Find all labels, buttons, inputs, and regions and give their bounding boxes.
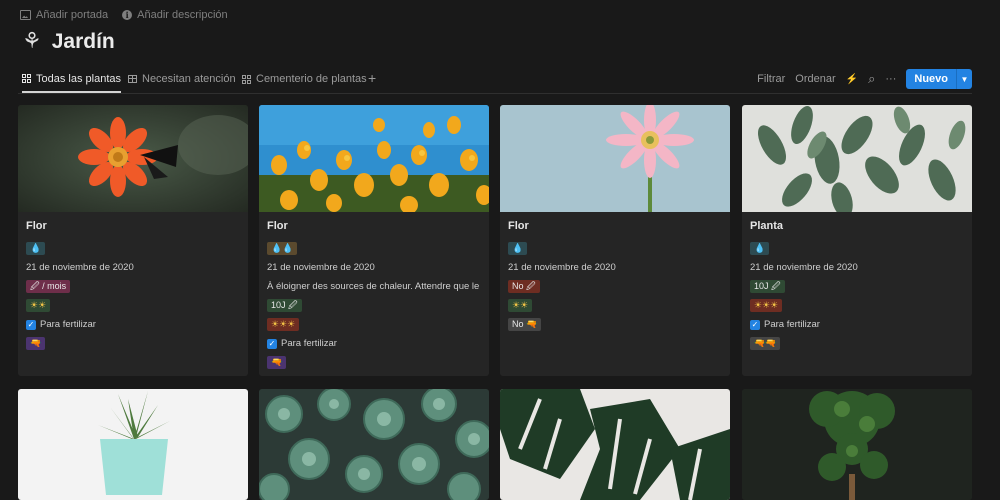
new-button[interactable]: Nuevo (906, 69, 956, 89)
card-title: Planta (750, 220, 784, 232)
lightning-icon[interactable]: ⚡ (846, 74, 858, 85)
tab-todas-las-plantas[interactable]: Todas las plantas (22, 66, 121, 93)
spray-tag: 🔫🔫 (750, 337, 781, 350)
card-cover-image (742, 389, 972, 500)
tab-label: Cementerio de plantas (256, 73, 367, 85)
sun-tag: ☀☀☀ (267, 318, 300, 331)
filter-button[interactable]: Filtrar (757, 73, 785, 85)
card-cover-image (742, 105, 972, 212)
chevron-down-icon[interactable]: ▼ (956, 69, 972, 89)
card-date: 21 de noviembre de 2020 (508, 262, 616, 273)
fertilize-label: Para fertilizar (764, 319, 820, 330)
info-icon: i (122, 10, 133, 20)
fertilize-frequency-tag: 🖉 / mois (26, 280, 71, 293)
spray-tag: 🔫 (267, 356, 287, 369)
table-icon (128, 75, 137, 83)
gallery-card[interactable]: Flor 💧 21 de noviembre de 2020 No 🖉 ☀☀ N… (500, 105, 730, 376)
gallery-card[interactable] (259, 389, 489, 500)
tab-label: Todas las plantas (36, 72, 121, 85)
gallery-card[interactable]: Flor 💧💧 21 de noviembre de 2020 À éloign… (259, 105, 489, 376)
view-toolbar: Filtrar Ordenar ⚡ ⌕ ··· Nuevo ▼ (757, 69, 972, 89)
search-icon[interactable]: ⌕ (868, 71, 875, 87)
tab-label: Necesitan atención (142, 73, 236, 85)
tab-necesitan-atencion[interactable]: Necesitan atención (128, 66, 236, 92)
card-note: À éloigner des sources de chaleur. Atten… (267, 281, 481, 292)
fertilize-checkbox[interactable]: ✓ (26, 319, 36, 330)
page-header-actions: Añadir portada i Añadir descripción (20, 9, 228, 21)
fertilize-label: Para fertilizar (281, 338, 337, 349)
fertilize-frequency-tag: 10J 🖉 (750, 280, 785, 293)
fertilize-checkbox[interactable]: ✓ (267, 338, 277, 349)
gallery-card[interactable]: Planta 💧 21 de noviembre de 2020 10J 🖉 ☀… (742, 105, 972, 376)
card-cover-image (259, 105, 489, 212)
card-date: 21 de noviembre de 2020 (750, 262, 858, 273)
gallery-icon (22, 74, 31, 83)
add-description-button[interactable]: i Añadir descripción (122, 9, 228, 21)
gallery-icon (242, 74, 251, 84)
more-icon[interactable]: ··· (885, 73, 896, 85)
water-tag: 💧 (26, 242, 46, 255)
card-cover-image (500, 389, 730, 500)
gallery-card[interactable] (500, 389, 730, 500)
new-button-group: Nuevo ▼ (906, 69, 972, 89)
fertilize-label: Para fertilizar (40, 319, 96, 330)
image-icon (20, 10, 31, 20)
card-cover-image (18, 105, 248, 212)
fertilize-frequency-tag: 10J 🖉 (267, 299, 302, 312)
spray-tag: 🔫 (26, 337, 46, 350)
gallery-card[interactable]: Flor 💧 21 de noviembre de 2020 🖉 / mois … (18, 105, 248, 376)
sun-tag: ☀☀ (508, 299, 533, 312)
add-view-button[interactable]: + (368, 70, 376, 86)
sort-button[interactable]: Ordenar (795, 73, 835, 85)
add-cover-button[interactable]: Añadir portada (20, 9, 108, 21)
page-title[interactable]: Jardín (52, 30, 115, 54)
tab-cementerio-de-plantas[interactable]: Cementerio de plantas (242, 66, 367, 92)
spray-tag: No 🔫 (508, 318, 542, 331)
card-title: Flor (267, 220, 288, 232)
card-date: 21 de noviembre de 2020 (26, 262, 134, 273)
card-cover-image (18, 389, 248, 500)
card-title: Flor (26, 220, 47, 232)
add-description-label: Añadir descripción (137, 9, 228, 21)
fertilize-frequency-tag: No 🖉 (508, 280, 540, 293)
gallery-card[interactable] (742, 389, 972, 500)
card-cover-image (259, 389, 489, 500)
page-title-row: ⚘ Jardín (22, 30, 115, 54)
card-date: 21 de noviembre de 2020 (267, 262, 375, 273)
sun-tag: ☀☀☀ (750, 299, 783, 312)
fertilize-checkbox[interactable]: ✓ (750, 319, 760, 330)
card-cover-image (500, 105, 730, 212)
water-tag: 💧 (750, 242, 770, 255)
water-tag: 💧 (508, 242, 528, 255)
card-title: Flor (508, 220, 529, 232)
add-cover-label: Añadir portada (36, 9, 109, 21)
sun-tag: ☀☀ (26, 299, 51, 312)
water-tag: 💧💧 (267, 242, 298, 255)
tulip-icon[interactable]: ⚘ (22, 31, 42, 53)
gallery-card[interactable] (18, 389, 248, 500)
